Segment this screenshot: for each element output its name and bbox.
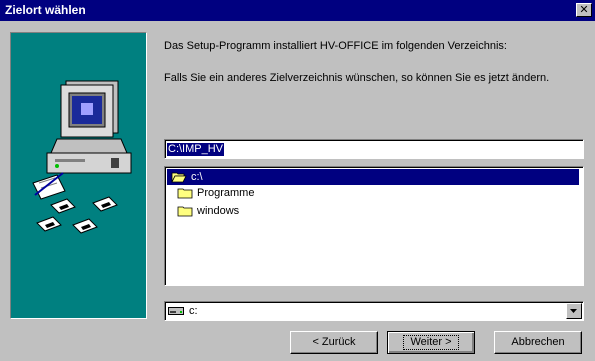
- window-title: Zielort wählen: [5, 3, 86, 17]
- info-line-1: Das Setup-Programm installiert HV-OFFICE…: [164, 40, 507, 52]
- setup-artwork: [10, 32, 147, 319]
- back-button-label: < Zurück: [312, 336, 356, 348]
- close-icon: ✕: [579, 3, 589, 16]
- hard-drive-icon: [168, 307, 184, 315]
- computer-with-disks-icon: [32, 80, 132, 234]
- open-folder-icon: [171, 172, 187, 183]
- destination-path-value: C:\IMP_HV: [167, 143, 225, 156]
- back-button[interactable]: < Zurück: [290, 331, 378, 354]
- folder-icon: [177, 188, 193, 199]
- drive-dropdown-button[interactable]: [566, 303, 582, 319]
- directory-item-label: c:\: [191, 171, 203, 183]
- next-button[interactable]: Weiter >: [387, 331, 475, 354]
- drive-value: c:: [189, 305, 198, 317]
- directory-item-root[interactable]: c:\: [167, 169, 579, 185]
- folder-icon: [177, 206, 193, 217]
- info-line-2: Falls Sie ein anderes Zielverzeichnis wü…: [164, 72, 550, 84]
- close-button[interactable]: ✕: [576, 3, 592, 17]
- directory-item-windows[interactable]: windows: [167, 203, 579, 219]
- title-bar: Zielort wählen ✕: [0, 0, 595, 21]
- drive-select[interactable]: c:: [164, 301, 584, 321]
- directory-item-programme[interactable]: Programme: [167, 185, 579, 201]
- chevron-down-icon: [570, 309, 577, 313]
- directory-item-label: Programme: [197, 187, 255, 199]
- cancel-button[interactable]: Abbrechen: [494, 331, 582, 354]
- directory-list[interactable]: c:\ Programme windows: [164, 166, 584, 286]
- next-button-label: Weiter >: [410, 336, 452, 348]
- destination-path-input[interactable]: C:\IMP_HV: [164, 139, 584, 159]
- cancel-button-label: Abbrechen: [511, 336, 565, 348]
- directory-item-label: windows: [197, 205, 240, 217]
